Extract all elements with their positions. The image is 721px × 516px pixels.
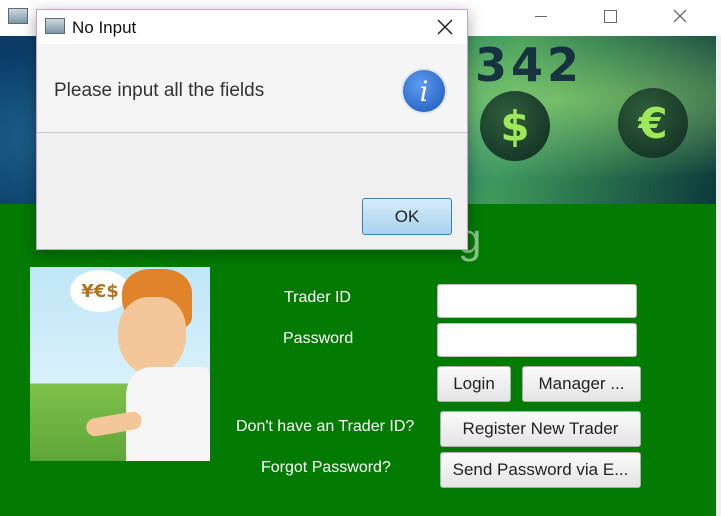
info-icon: i: [401, 68, 447, 114]
dialog-app-icon: [45, 18, 65, 34]
no-input-dialog: No Input Please input all the fields i O…: [36, 9, 468, 250]
dialog-title-bar[interactable]: No Input: [37, 10, 467, 44]
minimize-button[interactable]: [518, 0, 564, 32]
login-button[interactable]: Login: [437, 366, 511, 402]
dialog-title: No Input: [72, 18, 137, 37]
trader-cartoon-image: ¥€$: [30, 267, 210, 461]
dollar-coin: $: [480, 91, 550, 161]
euro-coin: €: [618, 88, 688, 158]
close-icon: [437, 19, 453, 35]
dialog-header: Please input all the fields i: [37, 44, 467, 133]
minimize-icon: [535, 15, 547, 17]
password-input[interactable]: [437, 323, 637, 357]
dialog-close-button[interactable]: [423, 10, 467, 44]
close-button[interactable]: [657, 0, 703, 32]
cartoon-face: [118, 297, 186, 375]
trader-id-label: Trader ID: [284, 289, 351, 306]
register-new-trader-button[interactable]: Register New Trader: [440, 411, 641, 447]
banner-digits: 342: [475, 38, 584, 92]
password-label: Password: [283, 330, 354, 347]
manager-button[interactable]: Manager ...: [522, 366, 641, 402]
no-trader-id-label: Don't have an Trader ID?: [236, 418, 415, 435]
close-icon: [673, 9, 687, 23]
trader-id-input[interactable]: [437, 284, 637, 318]
maximize-button[interactable]: [587, 0, 633, 32]
maximize-icon: [603, 9, 617, 23]
ok-button[interactable]: OK: [362, 198, 452, 235]
forgot-password-label: Forgot Password?: [261, 459, 391, 476]
dialog-message: Please input all the fields: [54, 80, 265, 101]
window-edge: [716, 36, 721, 516]
send-password-button[interactable]: Send Password via E...: [440, 452, 641, 488]
currency-speech-bubble: ¥€$: [70, 270, 130, 312]
app-window-icon: [8, 8, 28, 24]
